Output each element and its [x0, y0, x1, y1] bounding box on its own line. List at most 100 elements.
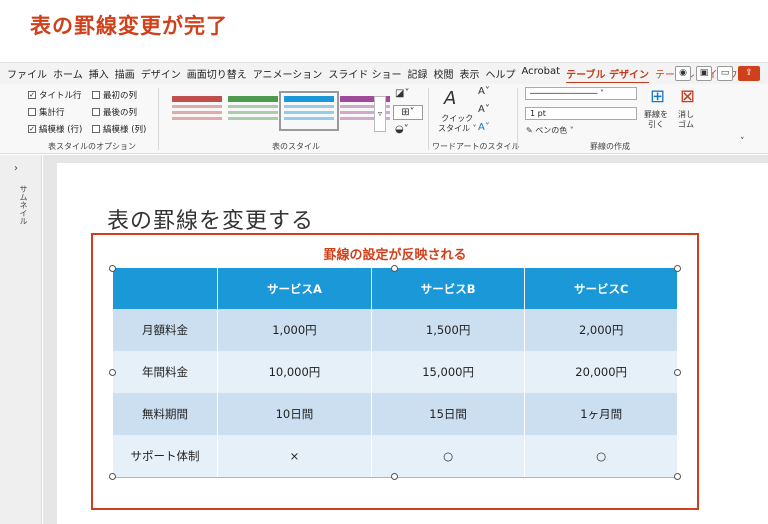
group-label-options: 表スタイルのオプション: [48, 142, 136, 151]
resize-handle-s[interactable]: [391, 473, 398, 480]
table-header-cell[interactable]: サービスB: [370, 268, 526, 309]
table-cell[interactable]: 1,500円: [370, 309, 526, 351]
table-styles-gallery[interactable]: [166, 90, 392, 136]
callout-label: 罫線の設定が反映される: [323, 248, 467, 263]
data-table[interactable]: サービスA サービスB サービスC 月額料金 1,000円 1,500円 2,000円 年間…: [112, 268, 678, 478]
table-header-cell[interactable]: [112, 268, 218, 309]
ribbon-tab[interactable]: 表示: [457, 66, 483, 81]
table-row: サポート体制 × ○ ○: [112, 435, 678, 478]
shading-icon[interactable]: ◪˅: [395, 88, 409, 99]
ribbon-tab[interactable]: アニメーション: [250, 66, 326, 81]
eraser-icon[interactable]: ⊠: [680, 86, 695, 107]
ribbon-tab[interactable]: 記録: [405, 66, 431, 81]
resize-handle-w[interactable]: [109, 369, 116, 376]
eraser-button[interactable]: 消し ゴム: [678, 110, 694, 130]
table-cell[interactable]: 2,000円: [524, 309, 678, 351]
ribbon-tab[interactable]: ヘルプ: [483, 66, 519, 81]
checkbox-icon: ✓: [28, 125, 36, 133]
table-cell[interactable]: 15,000円: [370, 351, 526, 393]
table-row: 無料期間 10日間 15日間 1ヶ月間: [112, 393, 678, 435]
checkbox-icon: ✓: [28, 91, 36, 99]
ribbon-tab[interactable]: スライド ショー: [325, 66, 404, 81]
pen-weight-dropdown[interactable]: 1 pt: [525, 107, 637, 120]
group-label-styles: 表のスタイル: [272, 142, 320, 151]
table-style-green[interactable]: [228, 96, 278, 126]
option-last-column[interactable]: 最後の列: [92, 106, 137, 118]
pen-color-button[interactable]: ✎ ペンの色 ˅: [526, 126, 574, 136]
table-cell[interactable]: 15日間: [370, 393, 526, 435]
ribbon-tab-bar: ファイル ホーム 挿入 描画 デザイン 画面切り替え アニメーション スライド ショー 記録 校閲…: [0, 62, 768, 84]
table-cell[interactable]: 10日間: [217, 393, 372, 435]
table-style-blue-selected[interactable]: [279, 91, 339, 131]
present-icon[interactable]: ▣: [696, 66, 712, 81]
table-cell[interactable]: 20,000円: [524, 351, 678, 393]
option-banded-rows[interactable]: ✓ 縞模様 (行): [28, 123, 82, 135]
table-row: 年間料金 10,000円 15,000円 20,000円: [112, 351, 678, 393]
text-fill-icon[interactable]: A˅: [478, 86, 490, 97]
draw-border-button[interactable]: 罫線を 引く: [644, 110, 668, 130]
thumb-header: [284, 96, 334, 102]
resize-handle-sw[interactable]: [109, 473, 116, 480]
resize-handle-n[interactable]: [391, 265, 398, 272]
ribbon: ✓ タイトル行 集計行 ✓ 縞模様 (行) 最初の列 最後の列 縞模様 (列) 表ス…: [0, 84, 768, 154]
table-cell[interactable]: 1,000円: [217, 309, 372, 351]
ribbon-tab[interactable]: Acrobat: [519, 66, 564, 81]
thumb-header: [172, 96, 222, 102]
ribbon-collapse-icon[interactable]: ˅: [740, 137, 745, 147]
table-cell[interactable]: 10,000円: [217, 351, 372, 393]
table-cell[interactable]: ×: [217, 435, 372, 478]
checkbox-icon: [92, 91, 100, 99]
resize-handle-nw[interactable]: [109, 265, 116, 272]
ribbon-tab[interactable]: ホーム: [50, 66, 86, 81]
draw-table-icon[interactable]: ⊞: [650, 86, 665, 107]
pen-style-dropdown[interactable]: ────────────── ˅: [525, 87, 637, 100]
table-cell[interactable]: 1ヶ月間: [524, 393, 678, 435]
expand-chevron-icon[interactable]: ›: [14, 163, 18, 174]
table-cell[interactable]: ○: [524, 435, 678, 478]
comment-icon[interactable]: ▭: [717, 66, 733, 81]
table-header-row: サービスA サービスB サービスC: [112, 268, 678, 309]
wordart-a-icon: A: [444, 88, 457, 109]
checkbox-icon: [28, 108, 36, 116]
slide-title[interactable]: 表の罫線を変更する: [107, 203, 314, 235]
table-header-cell[interactable]: サービスC: [524, 268, 678, 309]
thumbnail-label: サムネイル: [19, 185, 28, 225]
quick-styles-button[interactable]: クイック スタイル ˅: [438, 114, 477, 134]
table-style-red[interactable]: [172, 96, 222, 126]
ribbon-tab[interactable]: 挿入: [86, 66, 112, 81]
ribbon-tab[interactable]: テーブル デザイン: [563, 66, 652, 81]
ribbon-tabs: ファイル ホーム 挿入 描画 デザイン 画面切り替え アニメーション スライド ショー 記録 校閲…: [4, 66, 751, 81]
resize-handle-e[interactable]: [674, 369, 681, 376]
option-total-row[interactable]: 集計行: [28, 106, 65, 118]
resize-handle-se[interactable]: [674, 473, 681, 480]
resize-handle-ne[interactable]: [674, 265, 681, 272]
gallery-more-button[interactable]: ▿: [374, 96, 386, 132]
effects-icon[interactable]: ◒˅: [395, 124, 409, 135]
checkbox-icon: [92, 125, 100, 133]
thumb-header: [228, 96, 278, 102]
page-headline: 表の罫線変更が完了: [30, 14, 228, 38]
share-icon[interactable]: ⇪: [738, 66, 760, 81]
table-row-label[interactable]: サポート体制: [112, 435, 218, 478]
table-row-label[interactable]: 年間料金: [112, 351, 218, 393]
ribbon-tab[interactable]: 画面切り替え: [184, 66, 250, 81]
option-first-column[interactable]: 最初の列: [92, 89, 137, 101]
option-header-row[interactable]: ✓ タイトル行: [28, 89, 82, 101]
text-outline-icon[interactable]: A˅: [478, 104, 490, 115]
text-effects-icon[interactable]: A˅: [478, 122, 490, 133]
ribbon-tab[interactable]: ファイル: [4, 66, 50, 81]
table-row-label[interactable]: 無料期間: [112, 393, 218, 435]
record-icon[interactable]: ◉: [675, 66, 691, 81]
option-banded-columns[interactable]: 縞模様 (列): [92, 123, 146, 135]
group-label-wordart: ワードアートのスタイル: [432, 142, 520, 151]
borders-button[interactable]: ⊞˅: [393, 105, 423, 120]
ribbon-tab[interactable]: 校閲: [431, 66, 457, 81]
table-header-cell[interactable]: サービスA: [217, 268, 372, 309]
thumbnail-pane[interactable]: › サムネイル: [0, 155, 42, 524]
checkbox-icon: [92, 108, 100, 116]
table-cell[interactable]: ○: [370, 435, 526, 478]
ribbon-tab[interactable]: 描画: [112, 66, 138, 81]
table-row-label[interactable]: 月額料金: [112, 309, 218, 351]
table-row: 月額料金 1,000円 1,500円 2,000円: [112, 309, 678, 351]
ribbon-tab[interactable]: デザイン: [138, 66, 184, 81]
